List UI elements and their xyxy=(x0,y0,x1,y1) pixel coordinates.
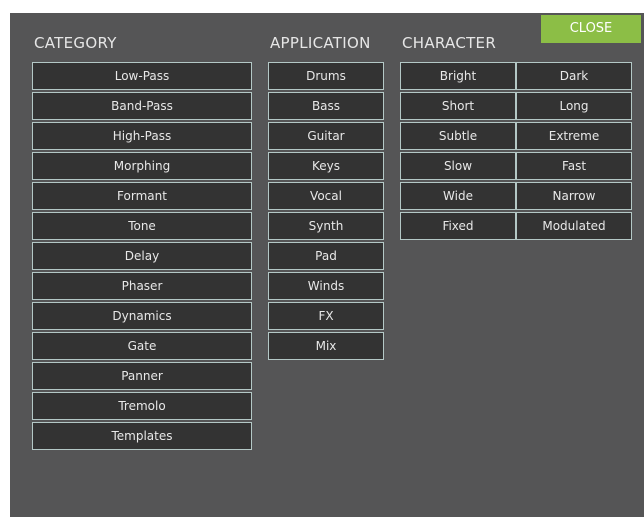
category-button-dynamics[interactable]: Dynamics xyxy=(32,302,252,330)
character-button-dark[interactable]: Dark xyxy=(516,62,632,90)
character-heading: CHARACTER xyxy=(402,34,497,52)
category-button-morphing[interactable]: Morphing xyxy=(32,152,252,180)
character-button-fixed[interactable]: Fixed xyxy=(400,212,516,240)
application-button-drums[interactable]: Drums xyxy=(268,62,384,90)
application-button-bass[interactable]: Bass xyxy=(268,92,384,120)
character-button-modulated[interactable]: Modulated xyxy=(516,212,632,240)
character-button-wide[interactable]: Wide xyxy=(400,182,516,210)
application-button-keys[interactable]: Keys xyxy=(268,152,384,180)
category-button-low-pass[interactable]: Low-Pass xyxy=(32,62,252,90)
character-button-narrow[interactable]: Narrow xyxy=(516,182,632,210)
category-list: Low-Pass Band-Pass High-Pass Morphing Fo… xyxy=(32,62,252,450)
category-button-gate[interactable]: Gate xyxy=(32,332,252,360)
application-button-synth[interactable]: Synth xyxy=(268,212,384,240)
category-button-phaser[interactable]: Phaser xyxy=(32,272,252,300)
character-button-short[interactable]: Short xyxy=(400,92,516,120)
application-button-mix[interactable]: Mix xyxy=(268,332,384,360)
category-button-templates[interactable]: Templates xyxy=(32,422,252,450)
application-button-guitar[interactable]: Guitar xyxy=(268,122,384,150)
category-button-high-pass[interactable]: High-Pass xyxy=(32,122,252,150)
category-heading: CATEGORY xyxy=(34,34,117,52)
character-button-long[interactable]: Long xyxy=(516,92,632,120)
character-grid: Bright Dark Short Long Subtle Extreme Sl… xyxy=(400,62,632,240)
character-button-fast[interactable]: Fast xyxy=(516,152,632,180)
character-button-extreme[interactable]: Extreme xyxy=(516,122,632,150)
application-button-winds[interactable]: Winds xyxy=(268,272,384,300)
application-heading: APPLICATION xyxy=(270,34,371,52)
category-button-panner[interactable]: Panner xyxy=(32,362,252,390)
application-button-pad[interactable]: Pad xyxy=(268,242,384,270)
character-button-slow[interactable]: Slow xyxy=(400,152,516,180)
character-button-subtle[interactable]: Subtle xyxy=(400,122,516,150)
application-button-fx[interactable]: FX xyxy=(268,302,384,330)
category-button-tone[interactable]: Tone xyxy=(32,212,252,240)
category-button-delay[interactable]: Delay xyxy=(32,242,252,270)
category-button-band-pass[interactable]: Band-Pass xyxy=(32,92,252,120)
application-list: Drums Bass Guitar Keys Vocal Synth Pad W… xyxy=(268,62,384,360)
category-button-tremolo[interactable]: Tremolo xyxy=(32,392,252,420)
character-button-bright[interactable]: Bright xyxy=(400,62,516,90)
close-button[interactable]: CLOSE xyxy=(541,15,641,43)
category-button-formant[interactable]: Formant xyxy=(32,182,252,210)
application-button-vocal[interactable]: Vocal xyxy=(268,182,384,210)
